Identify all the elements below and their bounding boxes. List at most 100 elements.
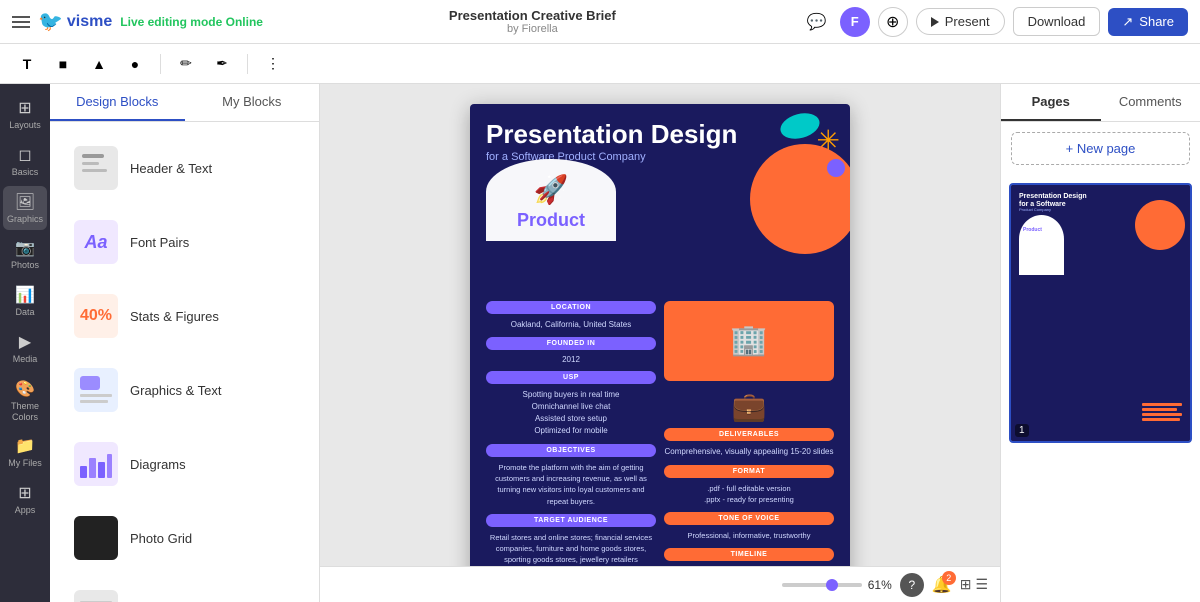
value-tone: Professional, informative, trustworthy [664,530,834,541]
mini-arch [1019,215,1064,275]
page-thumb-1[interactable]: Presentation Designfor a Software Produc… [1009,183,1192,443]
document-by: by Fiorella [507,23,558,35]
panel-label-photo-grid: Photo Grid [130,531,192,546]
panel-label-font-pairs: Font Pairs [130,235,189,250]
sidebar-item-theme-colors[interactable]: 🎨 Theme Colors [3,373,47,429]
zoom-control: 61% [782,578,892,592]
panel-item-photo-grid[interactable]: Photo Grid [58,502,311,574]
logo-text: visme [67,13,112,31]
more-tools-button[interactable]: ⋮ [258,49,288,79]
sidebar-item-media[interactable]: ▶ Media [3,326,47,371]
font-pairs-thumb-icon: Aa [84,232,107,253]
briefcase-icon: 💼 [664,390,834,423]
panels-sidebar: Design Blocks My Blocks Header & Text Aa [50,84,320,602]
image-placeholder-icon: 🏢 [730,323,767,358]
zoom-slider[interactable] [782,583,862,587]
pages-list: Presentation Designfor a Software Produc… [1001,175,1200,602]
stats-thumb-icon: 40% [80,307,112,325]
circle-tool-button[interactable]: ● [120,49,150,79]
notification-count: 2 [942,571,956,585]
doc-left-col: LOCATION Oakland, California, United Sta… [486,301,656,566]
mini-product-label: Product [1023,227,1042,233]
notification-badge[interactable]: 🔔 2 [932,575,952,595]
panel-label-diagrams: Diagrams [130,457,186,472]
share-button[interactable]: ↗ Share [1108,8,1188,36]
arch-card: 🚀 Product [486,159,616,241]
toolbar-separator-2 [247,54,248,74]
rectangle-tool-button[interactable]: ■ [48,49,78,79]
present-button[interactable]: Present [916,8,1005,35]
chat-icon[interactable]: 💬 [802,7,832,37]
panel-item-header-text[interactable]: Header & Text [58,132,311,204]
media-icon: ▶ [19,332,31,352]
topbar: 🐦 visme Live editing mode Online Present… [0,0,1200,44]
play-icon [931,17,939,27]
data-icon: 📊 [15,285,35,305]
text-tool-button[interactable]: T [12,49,42,79]
label-location: LOCATION [486,301,656,314]
canvas-scroll[interactable]: ✳ Presentation Design for a Software Pro… [320,84,1000,566]
label-tone: TONE OF VOICE [664,512,834,525]
mini-bars [1142,403,1182,421]
panel-thumb-diagrams [74,442,118,486]
draw-tool-button[interactable]: ✒ [207,49,237,79]
help-button[interactable]: ? [900,573,924,597]
panel-thumb-font-pairs: Aa [74,220,118,264]
topbar-center: Presentation Creative Brief by Fiorella [273,8,792,35]
panel-thumb-header-text [74,146,118,190]
sidebar-item-apps[interactable]: ⊞ Apps [3,477,47,522]
tab-pages[interactable]: Pages [1001,84,1101,121]
canvas-document[interactable]: ✳ Presentation Design for a Software Pro… [470,104,850,566]
sidebar-item-graphics[interactable]: 🖼 Graphics [3,186,47,231]
value-objectives: Promote the platform with the aim of get… [486,462,656,507]
main-area: ⊞ Layouts ◻ Basics 🖼 Graphics 📷 Photos 📊… [0,84,1200,602]
product-label: Product [517,210,585,231]
grid-view-button[interactable]: ⊞ [960,576,972,593]
pen-tool-button[interactable]: ✏ [171,49,201,79]
right-tabs: Pages Comments [1001,84,1200,122]
collaborators-icon[interactable]: ⊕ [878,7,908,37]
label-target: TARGET AUDIENCE [486,514,656,527]
panel-thumb-graphics-text [74,368,118,412]
doc-right-col: 🏢 💼 DELIVERABLES Comprehensive, visually… [664,301,834,566]
zoom-thumb[interactable] [826,579,838,591]
my-files-icon: 📁 [15,436,35,456]
new-page-button[interactable]: + New page [1011,132,1190,165]
sidebar-item-basics[interactable]: ◻ Basics [3,139,47,184]
avatar[interactable]: F [840,7,870,37]
panel-item-font-pairs[interactable]: Aa Font Pairs [58,206,311,278]
sidebar-item-data[interactable]: 📊 Data [3,279,47,324]
topbar-right: 💬 F ⊕ Present Download ↗ Share [802,7,1188,37]
document-title: Presentation Creative Brief [449,8,616,23]
tab-design-blocks[interactable]: Design Blocks [50,84,185,121]
tab-my-blocks[interactable]: My Blocks [185,84,320,121]
panel-item-diagrams[interactable]: Diagrams [58,428,311,500]
view-controls: ⊞ ☰ [960,576,988,593]
layouts-icon: ⊞ [18,98,31,118]
hamburger-menu-icon[interactable] [12,16,30,28]
sidebar-item-layouts[interactable]: ⊞ Layouts [3,92,47,137]
zoom-value: 61% [868,578,892,592]
sidebar-item-photos[interactable]: 📷 Photos [3,232,47,277]
logo-bird-icon: 🐦 [38,9,63,34]
panels-tabs: Design Blocks My Blocks [50,84,319,122]
panel-label-header-text: Header & Text [130,161,212,176]
edit-mode-indicator: Live editing mode Online [120,15,263,29]
panel-item-graphics-text[interactable]: Graphics & Text [58,354,311,426]
value-founded: 2012 [486,355,656,364]
page-preview-content: Presentation Designfor a Software Produc… [1011,185,1190,441]
value-target: Retail stores and online stores; financi… [486,532,656,566]
list-view-button[interactable]: ☰ [975,576,988,593]
panel-item-call-to-action[interactable]: Call to Action [58,576,311,602]
panel-item-stats-figures[interactable]: 40% Stats & Figures [58,280,311,352]
tab-comments[interactable]: Comments [1101,84,1200,121]
triangle-tool-button[interactable]: ▲ [84,49,114,79]
panel-thumb-call-to-action [74,590,118,602]
download-button[interactable]: Download [1013,7,1101,36]
canvas-bottom-bar: 61% ? 🔔 2 ⊞ ☰ [320,566,1000,602]
label-deliverables: DELIVERABLES [664,428,834,441]
share-icon: ↗ [1122,14,1133,30]
sidebar-item-my-files[interactable]: 📁 My Files [3,430,47,475]
cta-thumb-content [74,590,118,602]
right-col-image: 🏢 [664,301,834,381]
